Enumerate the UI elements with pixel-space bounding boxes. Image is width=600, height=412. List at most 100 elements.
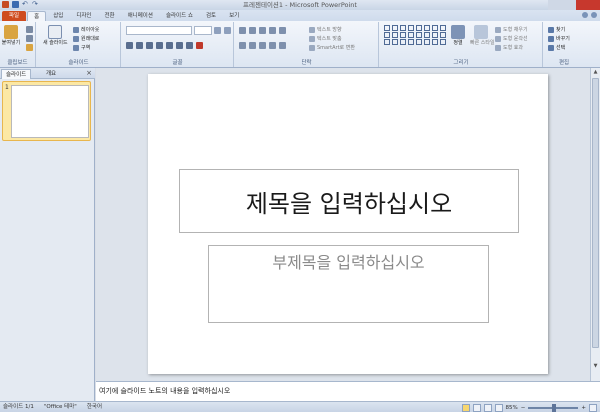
theme-name[interactable]: "Office 테마"	[44, 402, 77, 412]
shape-icon[interactable]	[440, 32, 446, 38]
shape-icon[interactable]	[416, 39, 422, 45]
paste-button[interactable]: 붙여넣기	[1, 25, 21, 46]
change-case-icon[interactable]	[186, 42, 193, 49]
shadow-icon[interactable]	[166, 42, 173, 49]
format-painter-icon[interactable]	[26, 44, 33, 51]
title-placeholder[interactable]: 제목을 입력하십시오	[179, 169, 519, 233]
find-button[interactable]: 찾기	[548, 26, 565, 33]
shape-icon[interactable]	[416, 25, 422, 31]
slideshow-view-icon[interactable]	[494, 404, 503, 412]
shape-icon[interactable]	[400, 39, 406, 45]
tab-review[interactable]: 검토	[200, 11, 222, 21]
shapes-gallery[interactable]	[384, 25, 446, 45]
shape-icon[interactable]	[424, 32, 430, 38]
tab-slides[interactable]: 슬라이드	[1, 69, 32, 79]
shape-icon[interactable]	[416, 32, 422, 38]
underline-icon[interactable]	[146, 42, 153, 49]
text-direction-button[interactable]: 텍스트 방향	[309, 26, 342, 33]
vertical-scrollbar[interactable]: ▲ ▼	[590, 68, 600, 381]
character-spacing-icon[interactable]	[176, 42, 183, 49]
shape-icon[interactable]	[408, 39, 414, 45]
zoom-slider-knob[interactable]	[552, 404, 557, 412]
font-size-select[interactable]	[194, 26, 212, 35]
smartart-button[interactable]: SmartArt로 변환	[309, 44, 355, 51]
shape-icon[interactable]	[384, 39, 390, 45]
minimize-ribbon-icon[interactable]	[582, 12, 588, 18]
bullets-icon[interactable]	[239, 27, 246, 34]
zoom-level[interactable]: 85%	[506, 403, 518, 412]
align-right-icon[interactable]	[259, 42, 266, 49]
cut-icon[interactable]	[26, 26, 33, 33]
decrease-indent-icon[interactable]	[259, 27, 266, 34]
shape-icon[interactable]	[384, 25, 390, 31]
tab-view[interactable]: 보기	[223, 11, 245, 21]
increase-indent-icon[interactable]	[269, 27, 276, 34]
tab-transitions[interactable]: 전환	[99, 11, 121, 21]
shape-icon[interactable]	[432, 32, 438, 38]
section-button[interactable]: 구역	[73, 44, 90, 51]
select-button[interactable]: 선택	[548, 44, 565, 51]
shape-icon[interactable]	[440, 39, 446, 45]
strikethrough-icon[interactable]	[156, 42, 163, 49]
close-window-button[interactable]	[576, 0, 600, 10]
layout-button[interactable]: 레이아웃	[73, 26, 99, 33]
shape-icon[interactable]	[384, 32, 390, 38]
shape-icon[interactable]	[424, 39, 430, 45]
shape-icon[interactable]	[392, 25, 398, 31]
new-slide-button[interactable]: 새 슬라이드	[43, 25, 68, 46]
shape-fill-button[interactable]: 도형 채우기	[495, 26, 528, 33]
zoom-out-icon[interactable]: −	[521, 403, 526, 412]
language-indicator[interactable]: 한국어	[87, 402, 102, 412]
font-name-select[interactable]	[126, 26, 192, 35]
shape-icon[interactable]	[408, 32, 414, 38]
close-icon[interactable]: ×	[86, 69, 92, 78]
justify-icon[interactable]	[269, 42, 276, 49]
maximize-button[interactable]	[562, 0, 576, 10]
subtitle-placeholder[interactable]: 부제목을 입력하십시오	[208, 245, 489, 323]
tab-animations[interactable]: 애니메이션	[122, 11, 159, 21]
reset-button[interactable]: 원래대로	[73, 35, 99, 42]
shape-icon[interactable]	[392, 32, 398, 38]
shrink-font-icon[interactable]	[224, 27, 231, 34]
bold-icon[interactable]	[126, 42, 133, 49]
align-text-button[interactable]: 텍스트 맞춤	[309, 35, 342, 42]
quick-styles-button[interactable]: 빠른 스타일	[470, 25, 495, 46]
slide-thumbnail[interactable]	[11, 85, 89, 138]
slide-canvas[interactable]: 제목을 입력하십시오 부제목을 입력하십시오	[148, 74, 548, 374]
normal-view-icon[interactable]	[461, 404, 470, 412]
copy-icon[interactable]	[26, 35, 33, 42]
shape-icon[interactable]	[392, 39, 398, 45]
shape-icon[interactable]	[432, 39, 438, 45]
tab-outline[interactable]: 개요	[42, 69, 60, 79]
columns-icon[interactable]	[279, 42, 286, 49]
tab-slideshow[interactable]: 슬라이드 쇼	[160, 11, 199, 21]
help-icon[interactable]	[591, 12, 597, 18]
reading-view-icon[interactable]	[483, 404, 492, 412]
align-center-icon[interactable]	[249, 42, 256, 49]
align-left-icon[interactable]	[239, 42, 246, 49]
shape-icon[interactable]	[408, 25, 414, 31]
slide-thumbnail-item[interactable]: 1	[2, 81, 91, 141]
tab-insert[interactable]: 삽입	[47, 11, 69, 21]
grow-font-icon[interactable]	[214, 27, 221, 34]
shape-outline-button[interactable]: 도형 윤곽선	[495, 35, 528, 42]
font-color-icon[interactable]	[196, 42, 203, 49]
shape-icon[interactable]	[424, 25, 430, 31]
shape-icon[interactable]	[432, 25, 438, 31]
scroll-down-icon[interactable]: ▼	[592, 363, 599, 370]
shape-icon[interactable]	[440, 25, 446, 31]
shape-icon[interactable]	[400, 32, 406, 38]
notes-pane[interactable]: 여기에 슬라이드 노트의 내용을 입력하십시오	[96, 381, 600, 401]
scroll-up-icon[interactable]: ▲	[592, 69, 599, 76]
arrange-button[interactable]: 정렬	[448, 25, 468, 46]
line-spacing-icon[interactable]	[279, 27, 286, 34]
zoom-in-icon[interactable]: +	[581, 403, 586, 412]
slide-sorter-view-icon[interactable]	[472, 404, 481, 412]
tab-design[interactable]: 디자인	[70, 11, 97, 21]
shape-effects-button[interactable]: 도형 효과	[495, 44, 523, 51]
replace-button[interactable]: 바꾸기	[548, 35, 570, 42]
shape-icon[interactable]	[400, 25, 406, 31]
italic-icon[interactable]	[136, 42, 143, 49]
zoom-slider[interactable]	[528, 404, 579, 412]
fit-to-window-icon[interactable]	[589, 404, 597, 412]
